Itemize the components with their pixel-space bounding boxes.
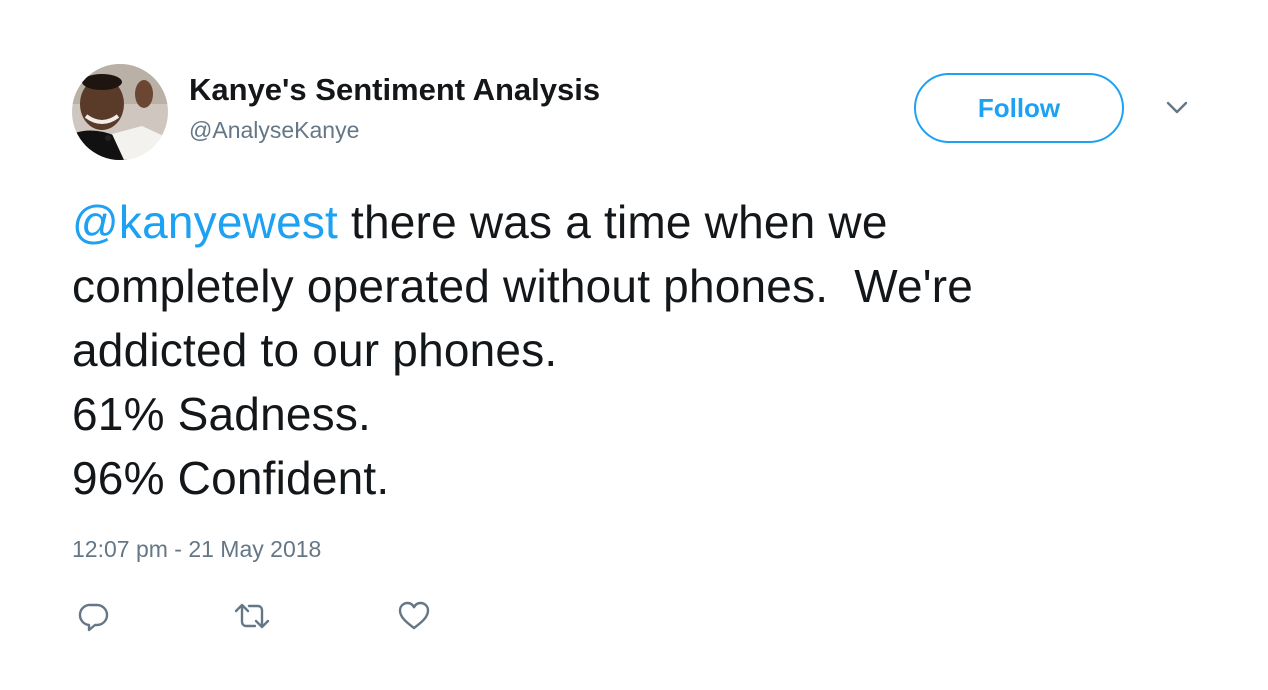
tweet-card: Kanye's Sentiment Analysis @AnalyseKanye… bbox=[0, 0, 1268, 690]
heart-icon bbox=[398, 601, 430, 630]
tweet-line-3: addicted to our phones. bbox=[72, 324, 558, 376]
retweet-icon bbox=[234, 603, 270, 629]
tweet-text: @kanyewest there was a time when we comp… bbox=[72, 190, 1222, 510]
tweet-timestamp[interactable]: 12:07 pm - 21 May 2018 bbox=[72, 534, 321, 564]
tweet-line-1-text: there was a time when we bbox=[338, 196, 888, 248]
display-name[interactable]: Kanye's Sentiment Analysis bbox=[189, 72, 600, 108]
tweet-line-2: completely operated without phones. We'r… bbox=[72, 260, 974, 312]
avatar[interactable] bbox=[72, 64, 168, 160]
avatar-image bbox=[72, 64, 168, 160]
follow-button[interactable]: Follow bbox=[914, 73, 1124, 143]
chevron-down-icon[interactable] bbox=[1160, 96, 1194, 120]
tweet-line-4: 61% Sadness. bbox=[72, 388, 372, 440]
like-button[interactable] bbox=[392, 596, 436, 636]
mention-link[interactable]: @kanyewest bbox=[72, 196, 338, 248]
tweet-line-5: 96% Confident. bbox=[72, 452, 390, 504]
reply-icon bbox=[78, 603, 109, 632]
user-handle[interactable]: @AnalyseKanye bbox=[189, 116, 359, 144]
tweet-line-1: @kanyewest there was a time when we bbox=[72, 190, 1222, 254]
retweet-button[interactable] bbox=[230, 596, 274, 636]
reply-button[interactable] bbox=[72, 596, 116, 636]
